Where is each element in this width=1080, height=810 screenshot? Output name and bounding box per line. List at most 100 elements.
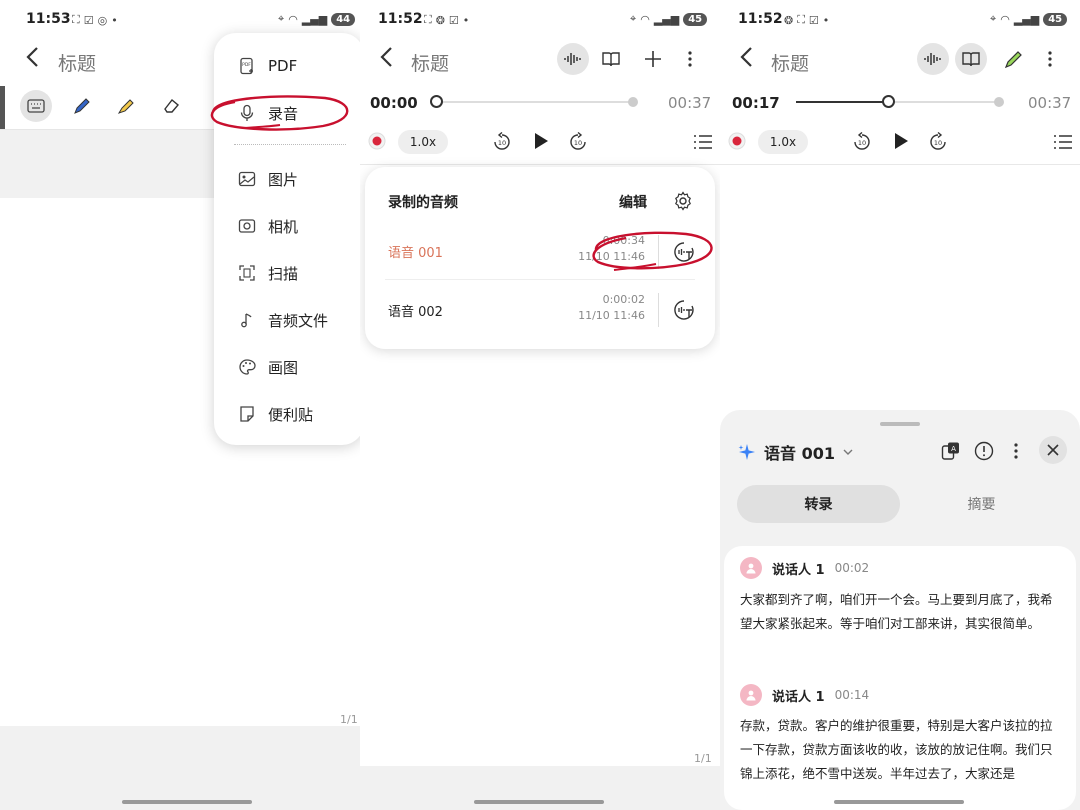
panel-transcript: 11:52 ❂ ⛶ ☑ • ⌖ ◠ ▂▄▆ 45 标题 00:17 00:37 … [720,0,1080,810]
chevron-down-icon [843,449,853,455]
status-notification-icons: ❂ ⛶ ☑ • [784,13,829,27]
plus-icon [645,51,661,67]
highlighter-button[interactable] [110,90,142,122]
back-button[interactable] [738,46,756,74]
sync-icon: ◎ [97,13,108,27]
image-icon [238,171,256,187]
menu-item-image[interactable]: 图片 [238,164,298,194]
playback-track[interactable] [796,95,1004,108]
svg-text:10: 10 [498,139,506,147]
row-divider [658,293,659,327]
alert-circle-icon [974,441,994,461]
transcript-entry-header: 说话人 1 00:02 [740,557,869,579]
forward-10-button[interactable]: 10 [926,130,950,154]
signal-icon: ▂▄▆ [653,12,680,26]
recording-row[interactable]: 语音 002 0:00:02 11/10 11:46 [365,281,715,337]
reading-mode-button[interactable] [955,43,987,75]
home-indicator [834,800,964,804]
sheet-title-dropdown[interactable]: 语音 001 [738,440,853,464]
menu-divider [234,144,346,145]
scan-icon [239,265,255,281]
add-button[interactable] [637,43,669,75]
status-system-icons: ⌖ ◠ ▂▄▆ 45 [990,12,1068,26]
entry-timestamp[interactable]: 00:14 [835,688,870,702]
more-vertical-icon [1014,443,1018,459]
note-title[interactable]: 标题 [411,49,449,76]
pdf-icon: PDF [240,57,253,75]
check-box-icon: ☑ [83,13,94,27]
pen-button[interactable] [998,43,1030,75]
rewind-10-button[interactable]: 10 [490,130,514,154]
screenshot-icon: ⛶ [797,13,805,26]
play-button[interactable] [528,128,554,154]
panel-note-insert-menu: 11:53 ⛶ ☑ ◎ • ⌖ ◠ ▂▄▆ 44 标题 1/1 PDF PDF [0,0,360,810]
tab-summary[interactable]: 摘要 [900,485,1063,523]
menu-item-scan[interactable]: 扫描 [238,258,298,288]
translate-button[interactable]: A [938,438,964,464]
note-title[interactable]: 标题 [771,49,809,76]
menu-item-pdf[interactable]: PDF PDF [238,51,297,81]
recording-list-button[interactable] [1050,130,1076,154]
playback-speed-button[interactable]: 1.0x [398,130,448,154]
transcribe-button[interactable] [671,297,697,323]
wifi-icon: ◠ [288,12,298,26]
more-options-button[interactable] [675,43,705,75]
menu-item-sticky-note[interactable]: 便利贴 [238,399,313,429]
page-indicator: 1/1 [340,713,358,726]
back-button[interactable] [24,46,42,74]
keyboard-button[interactable] [20,90,52,122]
record-button[interactable] [726,130,748,152]
playback-scrubber[interactable] [430,95,443,108]
player-current-time: 00:17 [732,94,780,112]
wechat-icon: ❂ [435,13,445,27]
menu-item-camera[interactable]: 相机 [238,211,298,241]
transcript-paragraph: 存款，贷款。客户的维护很重要，特别是大客户该拉的拉一下存款，贷款方面该收的收，该… [740,718,1053,781]
note-title[interactable]: 标题 [58,49,96,76]
entry-timestamp[interactable]: 00:02 [835,561,870,575]
svg-text:A: A [951,445,956,453]
menu-item-label: 相机 [268,217,299,236]
check-box-icon: ☑ [448,13,459,27]
playback-speed-button[interactable]: 1.0x [758,130,808,154]
sticky-note-icon [240,406,254,422]
book-icon [962,52,980,67]
waveform-icon [924,53,941,65]
voice-recording-button[interactable] [557,43,589,75]
recording-date: 11/10 11:46 [578,309,645,322]
voice-recording-button[interactable] [917,43,949,75]
settings-button[interactable] [671,189,695,213]
palette-icon [239,359,256,375]
status-system-icons: ⌖ ◠ ▂▄▆ 45 [630,12,708,26]
more-options-button[interactable] [1035,43,1065,75]
pen-button[interactable] [66,90,98,122]
menu-item-audio-file[interactable]: 音频文件 [238,305,328,335]
translate-icon: A [941,442,959,460]
rewind-10-button[interactable]: 10 [850,130,874,154]
scroll-indicator [0,86,5,130]
green-pen-icon [1004,51,1022,69]
record-button[interactable] [366,130,388,152]
forward-10-button[interactable]: 10 [566,130,590,154]
info-button[interactable] [971,438,997,464]
sheet-more-button[interactable] [1005,438,1027,464]
back-button[interactable] [378,46,396,74]
eraser-button[interactable] [155,90,187,122]
play-button[interactable] [888,128,914,154]
forward-10-icon: 10 [930,132,946,150]
playback-track[interactable] [430,95,638,108]
menu-item-drawing[interactable]: 画图 [238,352,298,382]
tab-transcript[interactable]: 转录 [737,485,900,523]
recording-list-button[interactable] [690,130,716,154]
person-icon [746,563,756,574]
sheet-drag-handle[interactable] [880,422,920,426]
edit-button[interactable]: 编辑 [619,192,647,212]
camera-icon [238,219,256,233]
play-icon [535,133,548,149]
ai-sparkle-icon [738,444,755,460]
dot-icon: • [462,13,470,27]
svg-text:PDF: PDF [242,62,251,68]
player-current-time: 00:00 [370,94,418,112]
reading-mode-button[interactable] [595,43,627,75]
close-sheet-button[interactable] [1039,436,1067,464]
playback-scrubber[interactable] [882,95,895,108]
